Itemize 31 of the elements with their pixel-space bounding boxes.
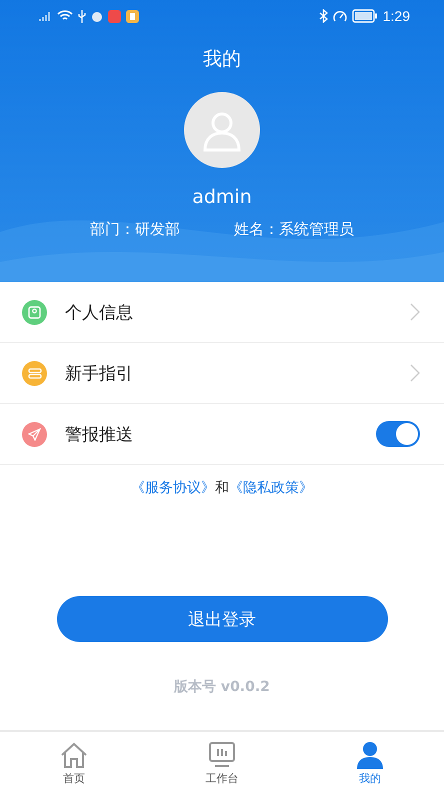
speedometer-icon [332, 10, 347, 22]
logout-button[interactable]: 退出登录 [56, 596, 388, 642]
app-icon [91, 10, 103, 22]
username: admin [192, 186, 252, 208]
menu-label: 新手指引 [65, 362, 134, 384]
menu-item[interactable]: 新手指引 [0, 343, 444, 404]
service-agreement-link[interactable]: 《服务协议》 [131, 479, 215, 497]
monitor-icon [208, 740, 236, 768]
menu-label: 个人信息 [65, 302, 134, 324]
battery-icon [352, 9, 378, 23]
conjunction-text: 和 [215, 479, 229, 497]
chevron-right-icon [410, 364, 420, 382]
usb-icon [78, 10, 86, 22]
clock-time: 1:29 [382, 8, 410, 24]
signal-icon [38, 10, 52, 22]
person-icon [355, 740, 385, 768]
department-text: 部门：研发部 [90, 220, 180, 239]
name-text: 姓名：系统管理员 [234, 220, 354, 239]
home-icon [59, 740, 89, 768]
app-icon [126, 10, 139, 22]
page-title: 我的 [203, 47, 241, 72]
bluetooth-icon [318, 9, 328, 23]
chevron-right-icon [410, 303, 420, 321]
toggle-switch[interactable] [376, 421, 420, 447]
wifi-icon [57, 10, 73, 22]
menu-item[interactable]: 个人信息 [0, 282, 444, 343]
menu-item[interactable]: 警报推送 [0, 404, 444, 465]
privacy-policy-link[interactable]: 《隐私政策》 [229, 479, 313, 497]
version-text: 版本号 v0.0.2 [174, 678, 270, 696]
app-icon [108, 10, 121, 22]
menu-label: 警报推送 [65, 424, 134, 446]
